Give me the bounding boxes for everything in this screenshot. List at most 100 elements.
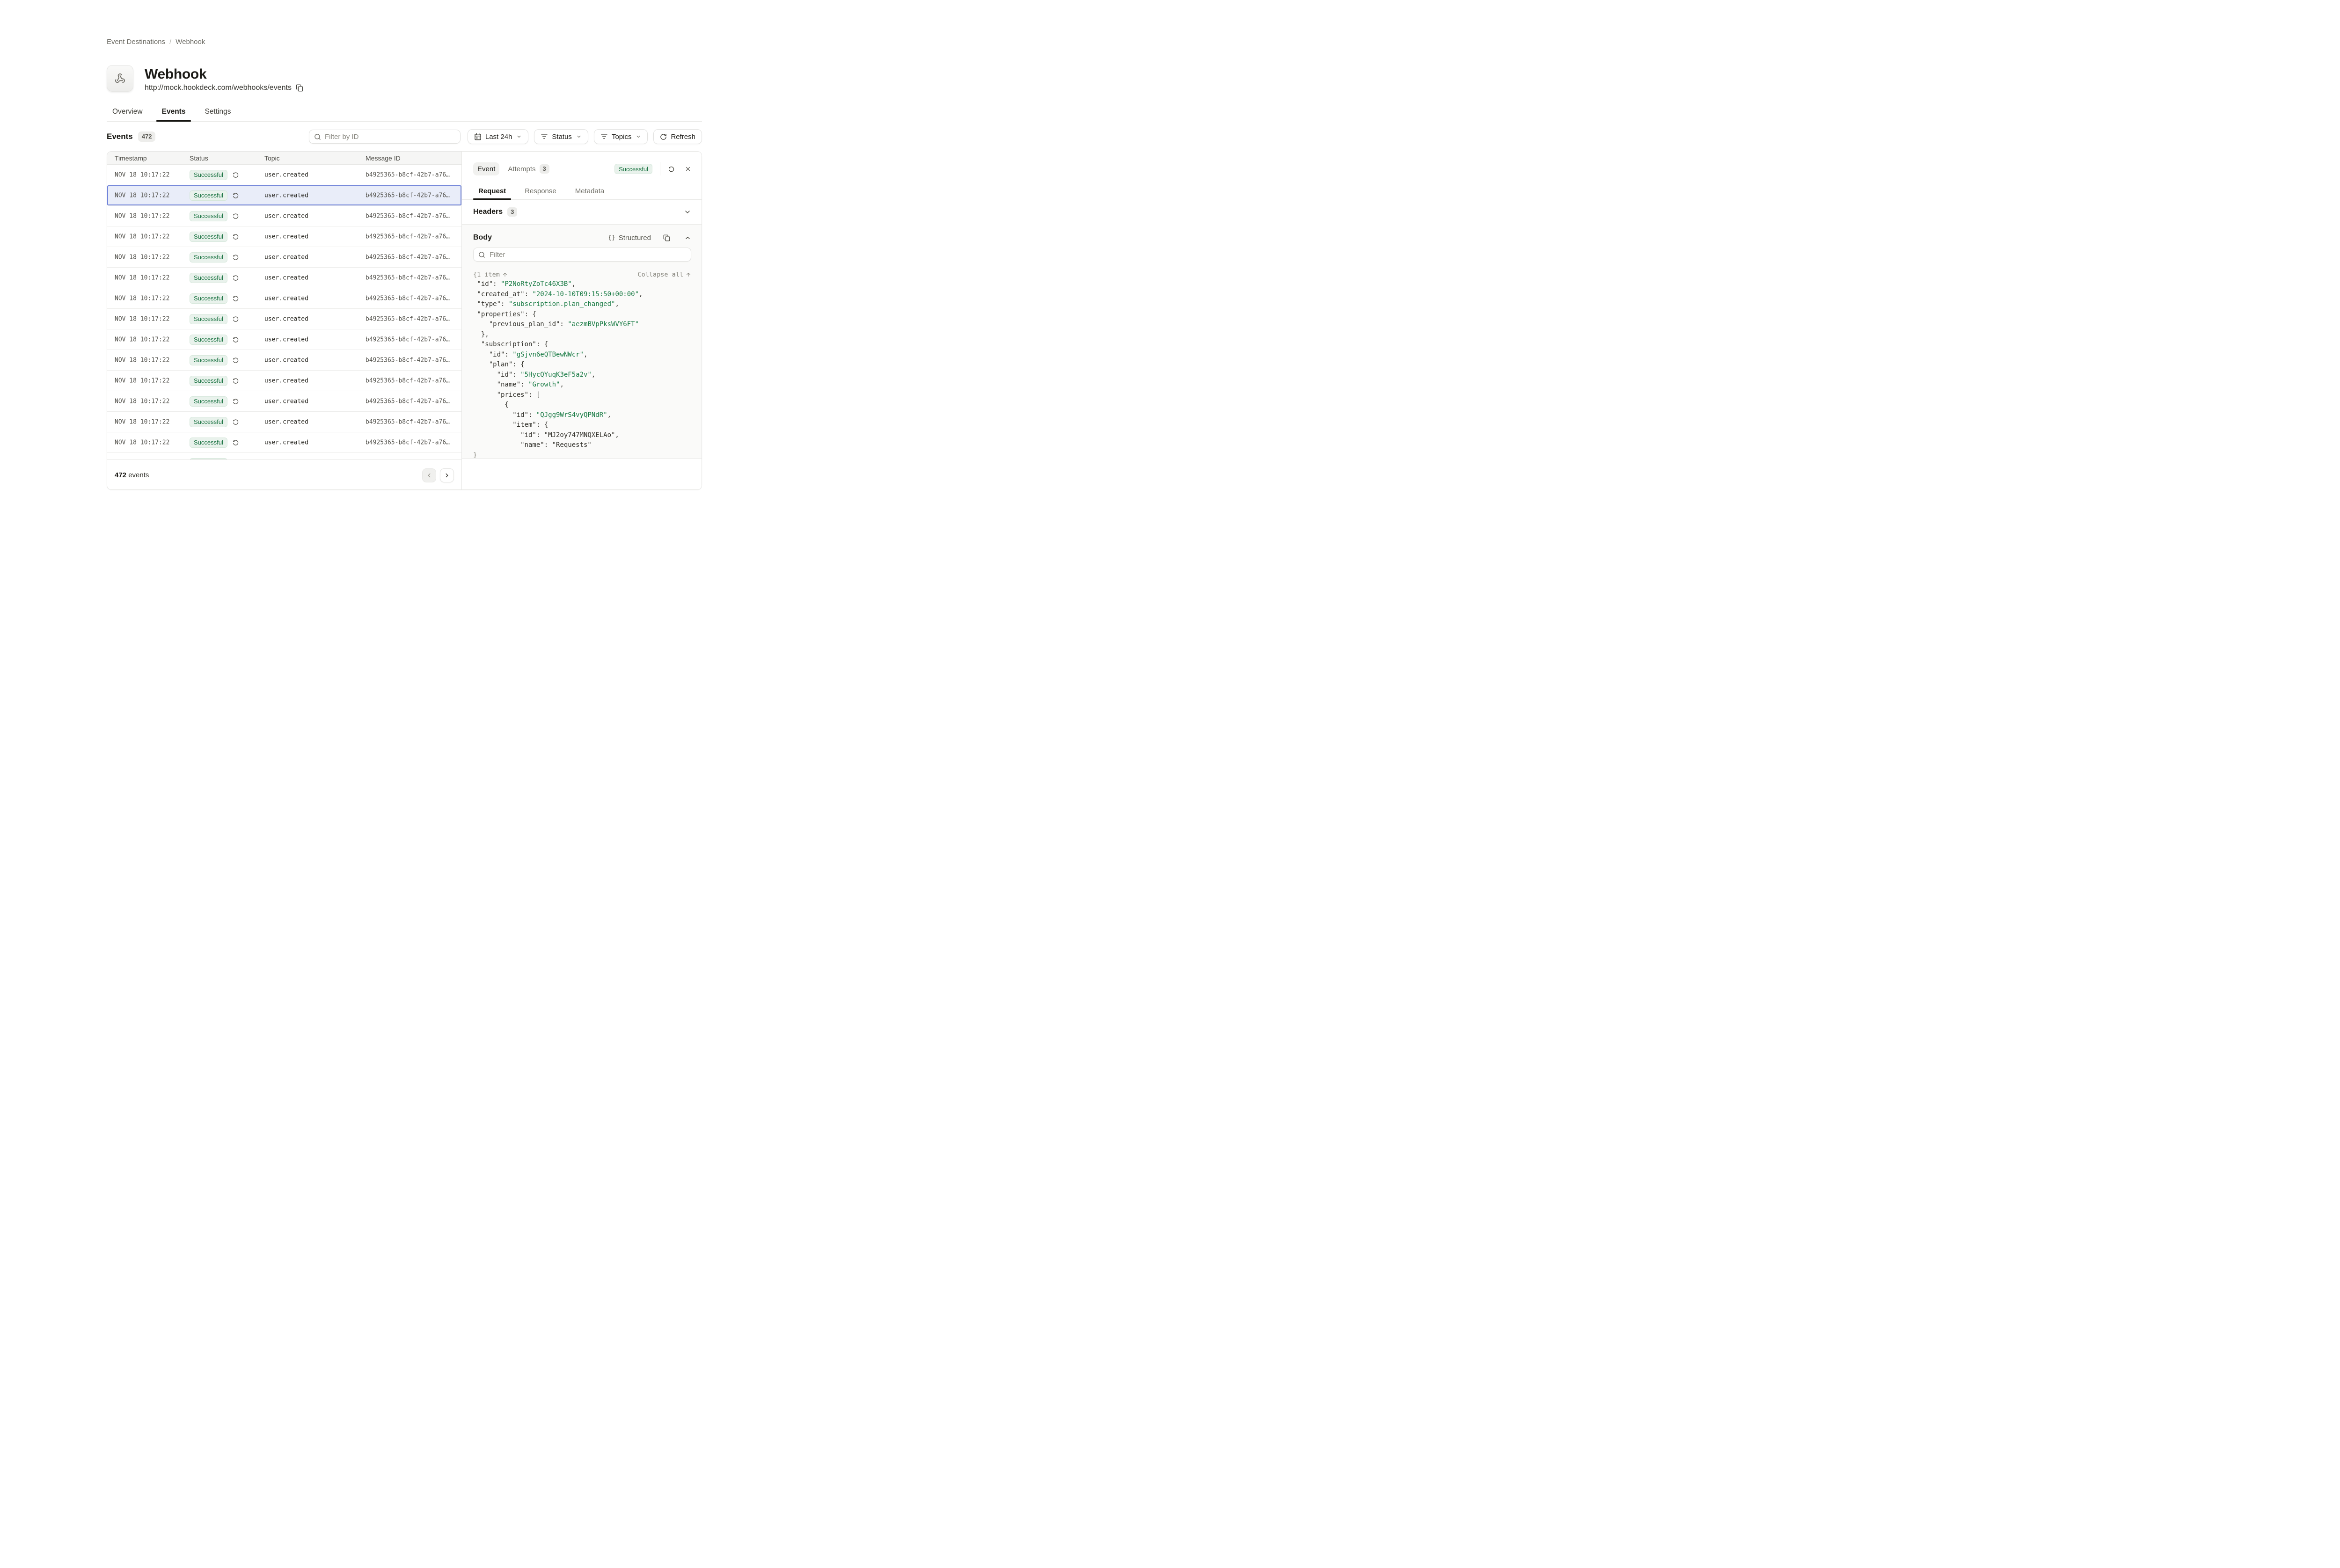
search-placeholder: Filter by ID	[325, 133, 359, 141]
status-badge: Successful	[190, 355, 227, 365]
filter-by-id-input[interactable]: Filter by ID	[309, 130, 461, 144]
json-line: "id": "gSjvn6eQTBewNWcr",	[473, 350, 691, 360]
table-row[interactable]: NOV 18 10:17:22 Successful user.created …	[107, 391, 461, 412]
attempts-link[interactable]: Attempts	[508, 165, 535, 173]
status-badge: Successful	[190, 417, 227, 427]
tab-overview[interactable]: Overview	[107, 102, 148, 121]
filter-icon	[541, 133, 548, 140]
table-row[interactable]: NOV 18 10:17:22 Successful user.created …	[107, 432, 461, 453]
retry-icon[interactable]	[232, 192, 239, 199]
cell-timestamp: NOV 18 10:17:22	[115, 418, 169, 425]
json-line: {	[473, 400, 691, 410]
json-line: "created_at": "2024-10-10T09:15:50+00:00…	[473, 290, 691, 300]
retry-icon[interactable]	[232, 315, 239, 322]
structured-toggle[interactable]: Structured	[608, 234, 651, 242]
retry-icon[interactable]	[232, 377, 239, 384]
table-row[interactable]: NOV 18 10:17:22 Successful user.created …	[107, 453, 461, 459]
table-row[interactable]: NOV 18 10:17:22 Successful user.created …	[107, 206, 461, 226]
retry-icon[interactable]	[232, 439, 239, 446]
arrow-up-icon	[686, 272, 691, 277]
events-toolbar: Events 472 Filter by ID Last 24h Status …	[107, 129, 702, 144]
retry-event-icon[interactable]	[668, 166, 675, 173]
refresh-icon	[660, 133, 667, 140]
last-24h-dropdown[interactable]: Last 24h	[468, 129, 529, 144]
table-row[interactable]: NOV 18 10:17:22 Successful user.created …	[107, 268, 461, 288]
table-row[interactable]: NOV 18 10:17:22 Successful user.created …	[107, 288, 461, 309]
json-line: "plan": {	[473, 360, 691, 370]
tab-events[interactable]: Events	[156, 102, 191, 121]
cell-message-id: b4925365-b8cf-42b7-a76…	[366, 377, 450, 384]
json-body: "id": "P2NoRtyZoTc46X3B", "created_at": …	[473, 279, 691, 459]
table-row[interactable]: NOV 18 10:17:22 Successful user.created …	[107, 247, 461, 268]
webhook-icon	[115, 73, 125, 84]
table-row[interactable]: NOV 18 10:17:22 Successful user.created …	[107, 329, 461, 350]
cell-timestamp: NOV 18 10:17:22	[115, 357, 169, 364]
copy-url-icon[interactable]	[296, 84, 303, 92]
breadcrumb-item-event-destinations[interactable]: Event Destinations	[107, 38, 165, 46]
detail-tab-request[interactable]: Request	[473, 182, 511, 199]
table-row[interactable]: NOV 18 10:17:22 Successful user.created …	[107, 412, 461, 432]
json-line: "id": "MJ2oy747MNQXELAo",	[473, 430, 691, 441]
retry-icon[interactable]	[232, 254, 239, 261]
chevron-down-icon[interactable]	[684, 208, 691, 216]
breadcrumb-item-webhook[interactable]: Webhook	[176, 38, 205, 46]
filter-label: Last 24h	[485, 133, 512, 141]
cell-topic: user.created	[264, 295, 308, 302]
tab-settings[interactable]: Settings	[199, 102, 236, 121]
cell-message-id: b4925365-b8cf-42b7-a76…	[366, 274, 450, 281]
filter-label: Topics	[612, 133, 632, 141]
table-row[interactable]: NOV 18 10:17:22 Successful user.created …	[107, 226, 461, 247]
search-icon	[478, 251, 485, 258]
cell-timestamp: NOV 18 10:17:22	[115, 439, 169, 446]
json-line: "item": {	[473, 420, 691, 430]
retry-icon[interactable]	[232, 398, 239, 405]
column-status: Status	[190, 154, 208, 162]
retry-icon[interactable]	[232, 274, 239, 281]
retry-icon[interactable]	[232, 418, 239, 425]
pagination	[422, 468, 454, 482]
table-row[interactable]: NOV 18 10:17:22 Successful user.created …	[107, 371, 461, 391]
table-row[interactable]: NOV 18 10:17:22 Successful user.created …	[107, 350, 461, 371]
json-line: }	[473, 451, 691, 459]
table-row[interactable]: NOV 18 10:17:22 Successful user.created …	[107, 165, 461, 185]
collapse-all-button[interactable]: Collapse all	[637, 271, 691, 278]
table-row-selected[interactable]: NOV 18 10:17:22 Successful user.created …	[107, 185, 461, 206]
status-dropdown[interactable]: Status	[534, 129, 588, 144]
retry-icon[interactable]	[232, 171, 239, 178]
chevron-left-icon	[426, 472, 432, 479]
copy-body-icon[interactable]	[663, 234, 670, 241]
json-items-meta[interactable]: {1 item	[473, 271, 508, 278]
headers-section[interactable]: Headers 3	[462, 200, 702, 225]
status-badge: Successful	[190, 396, 227, 407]
cell-topic: user.created	[264, 192, 308, 199]
status-badge: Successful	[190, 211, 227, 221]
close-panel-icon[interactable]	[685, 166, 691, 172]
status-badge: Successful	[190, 335, 227, 345]
table-row[interactable]: NOV 18 10:17:22 Successful user.created …	[107, 309, 461, 329]
next-page-button[interactable]	[440, 468, 454, 482]
event-chip[interactable]: Event	[473, 162, 499, 175]
previous-page-button[interactable]	[422, 468, 436, 482]
cell-topic: user.created	[264, 233, 308, 240]
retry-icon[interactable]	[232, 212, 239, 219]
json-items-label: {1 item	[473, 271, 500, 278]
detail-tab-response[interactable]: Response	[519, 182, 562, 199]
chevron-down-icon	[636, 134, 641, 139]
detail-header: Event Attempts 3 Successful RequestRespo…	[462, 152, 702, 200]
retry-icon[interactable]	[232, 336, 239, 343]
detail-tab-metadata[interactable]: Metadata	[570, 182, 610, 199]
cell-message-id: b4925365-b8cf-42b7-a76…	[366, 439, 450, 446]
topics-dropdown[interactable]: Topics	[594, 129, 648, 144]
json-line: "prices": [	[473, 390, 691, 401]
retry-icon[interactable]	[232, 295, 239, 302]
refresh-button[interactable]: Refresh	[653, 129, 702, 144]
chevron-up-icon[interactable]	[684, 234, 691, 241]
detail-tab-label: Request	[478, 187, 506, 195]
json-line: "subscription": {	[473, 340, 691, 350]
body-filter-input[interactable]: Filter	[473, 248, 691, 262]
status-badge: Successful	[190, 273, 227, 283]
status-badge: Successful	[190, 190, 227, 201]
arrow-up-icon	[502, 272, 508, 277]
retry-icon[interactable]	[232, 357, 239, 364]
retry-icon[interactable]	[232, 233, 239, 240]
